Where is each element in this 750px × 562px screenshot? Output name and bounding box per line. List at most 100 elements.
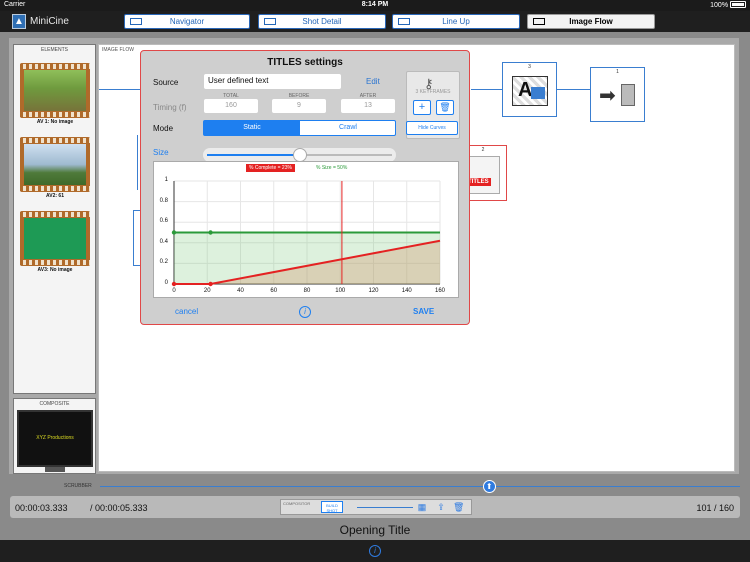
- av-element-2[interactable]: AV2: 61: [20, 137, 90, 199]
- connector-line: [471, 89, 502, 90]
- connector-line: [557, 89, 590, 90]
- trash-icon[interactable]: 🗑: [436, 100, 454, 115]
- status-bar: Carrier 8:14 PM 100%: [0, 0, 750, 11]
- save-button[interactable]: SAVE: [413, 307, 434, 316]
- av-element-3[interactable]: AV3: No image: [20, 211, 90, 273]
- timing-before-field[interactable]: 9: [272, 99, 326, 113]
- add-keyframe-button[interactable]: +: [413, 100, 431, 115]
- tab-label: Navigator: [169, 17, 205, 26]
- node-number: 3: [528, 64, 531, 70]
- frame-count: 101 / 160: [696, 503, 734, 513]
- cancel-button[interactable]: cancel: [175, 307, 198, 316]
- slider-rest: [299, 154, 392, 156]
- composite-panel[interactable]: COMPOSITE XYZ Productions: [13, 398, 96, 474]
- compositor-toolbar: COMPOSITOR BUILD SHOT ▦ ⇪ 🗑: [280, 499, 472, 515]
- keyframe-point: [208, 230, 213, 235]
- slider-thumb[interactable]: [292, 148, 307, 162]
- elements-panel: ELEMENTS AV 1: No image AV2: 61 AV3: No …: [13, 44, 96, 394]
- clock: 8:14 PM: [361, 1, 389, 8]
- mode-crawl-option[interactable]: Crawl: [300, 121, 396, 135]
- composite-title: COMPOSITE: [39, 401, 70, 407]
- top-bar: ▲ MiniCine Navigator Shot Detail Line Up…: [0, 11, 750, 32]
- node-number: 1: [616, 69, 619, 75]
- info-icon[interactable]: i: [369, 545, 381, 557]
- scrubber: SCRUBBER ⬆: [0, 479, 750, 494]
- thumbnail-image: [24, 70, 86, 111]
- size-label: Size: [153, 148, 169, 157]
- source-label: Source: [153, 78, 179, 87]
- filmstrip-thumbnail: [20, 137, 90, 192]
- info-icon[interactable]: i: [299, 306, 311, 318]
- battery-indicator: 100%: [710, 1, 746, 9]
- app-logo-icon: ▲: [12, 14, 26, 29]
- dialog-title: TITLES settings: [267, 57, 343, 68]
- mode-static-option[interactable]: Static: [204, 121, 300, 135]
- compositor-label: COMPOSITOR: [283, 501, 311, 506]
- battery-icon: [730, 1, 746, 8]
- lineup-icon: [398, 18, 410, 25]
- av-element-1[interactable]: AV 1: No image: [20, 63, 90, 125]
- flow-icon: [533, 18, 545, 25]
- preview-text: XYZ Productions: [36, 435, 74, 441]
- av-caption: AV 1: No image: [36, 119, 74, 125]
- scrubber-track[interactable]: [100, 486, 740, 487]
- connector-line: [99, 89, 141, 90]
- tab-label: Shot Detail: [302, 17, 342, 26]
- share-icon[interactable]: ⇪: [436, 502, 446, 513]
- av-caption: AV2: 61: [46, 193, 64, 199]
- time-bar: 00:00:03.333 / 00:00:05.333 COMPOSITOR B…: [10, 496, 740, 518]
- filmstrip-icon[interactable]: ▦: [417, 502, 427, 513]
- filmstrip-thumbnail: [20, 63, 90, 118]
- tab-navigator[interactable]: Navigator: [124, 14, 250, 29]
- titles-settings-dialog: TITLES settings Source User defined text…: [140, 50, 470, 325]
- timing-after-field[interactable]: 13: [341, 99, 395, 113]
- mode-label: Mode: [153, 124, 174, 133]
- bottom-bar: i: [0, 540, 750, 562]
- size-slider[interactable]: [203, 148, 396, 162]
- edit-button[interactable]: Edit: [366, 77, 380, 86]
- monitor-stand: [45, 467, 65, 472]
- image-flow-label: IMAGE FLOW: [102, 47, 134, 53]
- battery-percent: 100%: [710, 2, 729, 9]
- tab-label: Image Flow: [569, 17, 613, 26]
- composite-preview: XYZ Productions: [17, 410, 93, 467]
- tab-label: Line Up: [442, 17, 470, 26]
- mode-segmented-control: Static Crawl: [203, 120, 396, 136]
- build-shot-button[interactable]: BUILD SHOT: [321, 501, 343, 513]
- trash-icon[interactable]: 🗑: [453, 502, 464, 513]
- tab-line-up[interactable]: Line Up: [392, 14, 520, 29]
- thumbnail-image: [24, 144, 86, 185]
- elements-title: ELEMENTS: [41, 47, 68, 53]
- scrubber-thumb-icon[interactable]: ⬆: [482, 480, 496, 493]
- text-image-icon: A: [512, 76, 548, 106]
- compositor-slider[interactable]: [357, 507, 413, 508]
- keyframes-count: 3 KEYFRAMES: [415, 89, 451, 95]
- filmstrip-thumbnail: [20, 211, 90, 266]
- keyframe-point: [171, 230, 177, 235]
- tab-image-flow[interactable]: Image Flow: [527, 14, 655, 29]
- grid-icon: [130, 18, 142, 25]
- current-time: 00:00:03.333: [15, 503, 68, 513]
- connector-line: [99, 89, 100, 90]
- app-name: MiniCine: [30, 16, 69, 27]
- thumbnail-image: [24, 218, 86, 259]
- output-arrow-icon: ➡: [599, 85, 616, 107]
- chart-plot: [171, 180, 441, 287]
- timing-total-field[interactable]: 160: [204, 99, 258, 113]
- keyframe-point: [208, 281, 213, 287]
- av-caption: AV3: No image: [37, 267, 73, 273]
- flow-node-text[interactable]: 3 A: [502, 62, 557, 117]
- hide-curves-button[interactable]: Hide Curves: [406, 121, 458, 135]
- timing-label: Timing (f): [153, 103, 187, 112]
- total-time: / 00:00:05.333: [90, 503, 148, 513]
- play-icon: [264, 18, 276, 25]
- source-field[interactable]: User defined text: [204, 74, 341, 89]
- scrubber-label: SCRUBBER: [64, 483, 92, 489]
- keyframe-graph[interactable]: % Complete = 23% % Size = 50% 1 0.8 0.6 0.4…: [153, 161, 459, 298]
- keyframe-point: [171, 281, 177, 287]
- flow-node-output[interactable]: 1 ➡: [590, 67, 645, 122]
- document-icon: [466, 156, 500, 194]
- tab-shot-detail[interactable]: Shot Detail: [258, 14, 386, 29]
- shot-title: Opening Title: [0, 520, 750, 540]
- slider-fill: [207, 154, 300, 156]
